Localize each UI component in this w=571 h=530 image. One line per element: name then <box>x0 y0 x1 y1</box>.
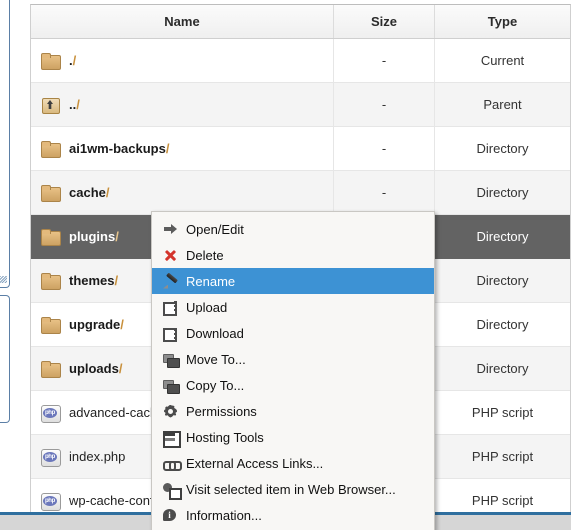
cell-type: Current <box>480 53 525 68</box>
gear-icon <box>163 404 178 419</box>
background-panel-upper <box>0 0 10 288</box>
menu-item-hosting-tools[interactable]: Hosting Tools <box>152 424 434 450</box>
menu-item-label: Delete <box>186 247 224 263</box>
column-header-name[interactable]: Name <box>31 5 334 38</box>
cell-size: - <box>334 127 435 170</box>
menu-item-rename[interactable]: Rename <box>152 268 434 294</box>
pencil-icon <box>163 274 178 289</box>
menu-item-label: Visit selected item in Web Browser... <box>186 481 396 497</box>
folder-icon <box>41 317 61 334</box>
cell-type: Directory <box>476 141 529 156</box>
cell-type: Directory <box>476 317 529 332</box>
menu-item-information[interactable]: Information... <box>152 502 434 528</box>
calendar-icon <box>163 430 181 448</box>
cell-type: PHP script <box>471 405 534 420</box>
menu-item-open-edit[interactable]: Open/Edit <box>152 216 434 242</box>
menu-item-label: Move To... <box>186 351 246 367</box>
table-row[interactable]: ./ - Current <box>31 39 570 83</box>
background-panel-lower <box>0 295 10 423</box>
folder-icon <box>41 185 61 202</box>
file-name-label: upgrade/ <box>69 317 124 332</box>
folder-icon <box>41 361 61 378</box>
menu-item-copy-to[interactable]: Copy To... <box>152 372 434 398</box>
file-name-label: index.php <box>69 449 126 464</box>
menu-item-label: Copy To... <box>186 377 245 393</box>
cell-type: Directory <box>476 185 529 200</box>
menu-item-label: Permissions <box>186 403 257 419</box>
menu-item-external-access-links[interactable]: External Access Links... <box>152 450 434 476</box>
name-slash: / <box>114 273 119 288</box>
cell-size: - <box>334 83 435 126</box>
name-slash: / <box>118 361 123 376</box>
php-file-icon <box>41 448 61 467</box>
menu-item-permissions[interactable]: Permissions <box>152 398 434 424</box>
menu-item-visit-selected-item-in-web-browser[interactable]: Visit selected item in Web Browser... <box>152 476 434 502</box>
file-name-label: uploads/ <box>69 361 123 376</box>
resize-grip-icon <box>0 276 7 283</box>
name-slash: / <box>105 185 110 200</box>
column-header-size[interactable]: Size <box>334 5 435 38</box>
cell-name: ../ <box>31 83 334 126</box>
menu-item-label: Information... <box>186 507 262 523</box>
table-row[interactable]: ai1wm-backups/ - Directory <box>31 127 570 171</box>
column-header-type[interactable]: Type <box>435 5 570 38</box>
parent-folder-icon <box>41 97 60 114</box>
php-file-icon <box>41 404 61 423</box>
name-slash: / <box>76 97 80 112</box>
menu-item-label: Rename <box>186 273 236 289</box>
cell-size: - <box>334 39 435 82</box>
context-menu-items: Open/Edit Delete Rename Upload Download Move … <box>152 216 434 528</box>
cell-size: - <box>334 171 435 214</box>
context-menu[interactable]: Open/Edit Delete Rename Upload Download Move … <box>151 211 435 530</box>
file-name-label: ../ <box>69 97 80 112</box>
arrow-right-icon <box>163 222 178 237</box>
folder-icon <box>41 229 61 246</box>
cell-type: PHP script <box>471 449 534 464</box>
menu-item-label: Upload <box>186 299 228 315</box>
cell-type: Parent <box>483 97 522 112</box>
folder-icon <box>41 53 61 70</box>
menu-item-move-to[interactable]: Move To... <box>152 346 434 372</box>
menu-item-label: Open/Edit <box>186 221 244 237</box>
menu-item-label: Download <box>186 325 244 341</box>
name-slash: / <box>165 141 170 156</box>
table-row[interactable]: cache/ - Directory <box>31 171 570 215</box>
cell-type: Directory <box>476 229 529 244</box>
copy-folder-icon <box>163 378 180 394</box>
file-name-label: themes/ <box>69 273 119 288</box>
folder-icon <box>41 273 61 290</box>
link-icon <box>163 456 182 471</box>
menu-item-upload[interactable]: Upload <box>152 294 434 320</box>
info-icon <box>163 508 178 523</box>
menu-item-download[interactable]: Download <box>152 320 434 346</box>
menu-item-delete[interactable]: Delete <box>152 242 434 268</box>
cell-type: Directory <box>476 361 529 376</box>
folder-icon <box>41 141 61 158</box>
move-folder-icon <box>163 352 180 368</box>
menu-item-label: Hosting Tools <box>186 429 264 445</box>
red-x-icon <box>163 248 178 263</box>
file-name-label: cache/ <box>69 185 110 200</box>
cell-name: cache/ <box>31 171 334 214</box>
php-file-icon <box>41 492 61 511</box>
upload-icon <box>163 300 178 316</box>
file-name-label: ./ <box>69 53 77 68</box>
file-name-label: plugins/ <box>69 229 119 244</box>
name-slash: / <box>115 229 119 244</box>
file-name-label: ai1wm-backups/ <box>69 141 170 156</box>
name-slash: / <box>120 317 124 332</box>
menu-item-label: External Access Links... <box>186 455 324 471</box>
name-slash: / <box>72 53 77 68</box>
download-icon <box>163 326 178 342</box>
file-name-label: wp-cache-confi <box>69 493 157 508</box>
web-browser-icon <box>163 482 182 500</box>
table-row[interactable]: ../ - Parent <box>31 83 570 127</box>
cell-name: ai1wm-backups/ <box>31 127 334 170</box>
cell-type: Directory <box>476 273 529 288</box>
cell-name: ./ <box>31 39 334 82</box>
table-header-row: Name Size Type <box>31 5 570 39</box>
file-manager-screen: Name Size Type ./ - Current ../ - Parent ai1wm… <box>0 0 571 530</box>
